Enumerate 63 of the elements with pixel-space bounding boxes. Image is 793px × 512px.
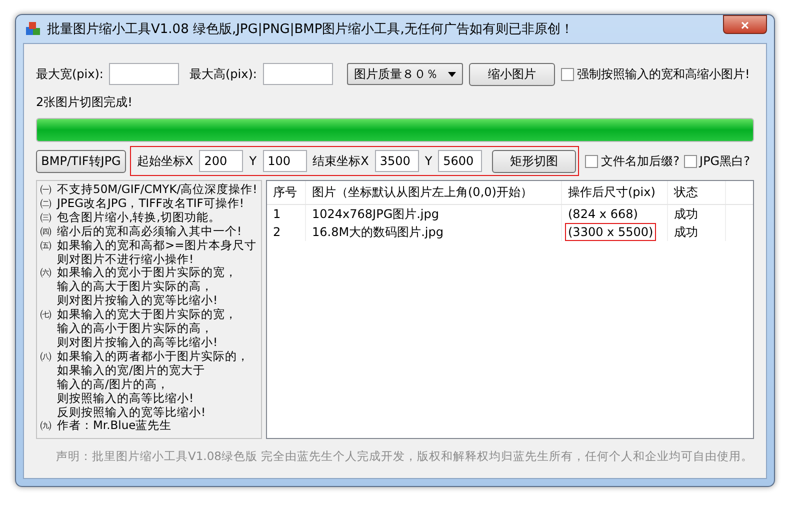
suffix-checkbox[interactable]: 文件名加后缀? [585,152,680,170]
note-text: 输入的高/图片的高， [57,378,170,392]
note-text: 则按照输入的高等比缩小! [57,392,195,406]
note-text: 反则按照输入的宽等比缩小! [57,406,207,420]
note-marker: ㈤ [40,238,53,254]
max-height-label: 最大高(pix): [189,66,257,82]
note-marker: ㈦ [40,308,53,324]
table-cell: 成功 [668,205,726,223]
end-x-field[interactable]: 3500 [374,150,419,172]
column-header[interactable]: 序号 [267,181,306,204]
column-header[interactable]: 操作后尺寸(pix) [562,181,668,204]
start-x-field[interactable]: 200 [199,150,244,172]
crop-button[interactable]: 矩形切图 [492,150,576,172]
note-text: 包含图片缩小,转换,切图功能。 [57,210,220,225]
note-text: JPEG改名JPG，TIFF改名TIF可操作! [57,196,244,211]
grayscale-checkbox[interactable]: JPG黑白? [684,152,750,170]
note-text: 则对图片按输入的宽等比缩小! [57,294,219,308]
start-y-field[interactable]: 100 [262,150,307,172]
table-cell: 16.8M大的数码图片.jpg [306,223,562,241]
note-marker: ㈡ [40,196,53,211]
note-marker: ㈣ [40,224,53,239]
note-text: 缩小后的宽和高必须输入其中一个! [57,224,242,239]
note-marker: ㈨ [40,419,53,434]
quality-dropdown[interactable]: 图片质量８０％ [346,63,463,85]
note-text: 如果输入的宽/图片的宽大于 [57,364,206,378]
convert-button[interactable]: BMP/TIF转JPG [36,150,126,172]
caret-icon [448,72,456,76]
end-x-label: 结束坐标X [312,152,369,170]
max-width-field[interactable] [109,63,180,85]
max-width-label: 最大宽(pix): [36,66,104,82]
note-marker: ㈢ [40,210,53,225]
note-text: 如果输入的宽大于图片实际的宽， [57,308,237,322]
force-size-checkbox[interactable]: 强制按照输入的宽和高缩小图片! [560,66,750,82]
shrink-button[interactable]: 缩小图片 [468,62,555,86]
table-cell-text: (824 x 668) [567,206,639,223]
table-cell: 1 [267,205,306,223]
table-cell: 1024x768JPG图片.jpg [306,205,562,223]
note-text: 输入的高小于图片实际的高， [57,322,214,336]
note-text: 作者：Mr.Blue蓝先生 [57,419,172,434]
note-text: 则对图片不进行缩小操作! [57,252,195,266]
note-text: 输入的高大于图片实际的高， [57,280,214,294]
note-text: 如果输入的宽小于图片实际的宽， [57,266,237,280]
table-cell: (3300 x 5500) [565,223,656,241]
footer-notice: 声明：批里图片缩小工具V1.08绿色版 完全由蓝先生个人完成开发，版权和解释权均归蓝先生所有，任何个人和企业均可自由使用。 [55,449,754,464]
app-icon [25,21,41,37]
note-text: 如果输入的两者都小于图片实际的， [57,350,249,364]
start-x-label: 起始坐标X [137,152,194,170]
note-marker: ㈠ [40,183,53,197]
note-text: 如果输入的宽和高都>=图片本身尺寸 [57,238,256,253]
column-header[interactable]: 状态 [668,181,726,204]
column-header[interactable]: 图片（坐标默认从图片左上角(0,0)开始） [306,181,562,204]
end-y-field[interactable]: 5600 [438,150,482,172]
end-y-label: Y [424,154,432,168]
note-text: 不支持50M/GIF/CMYK/高位深度操作! [57,183,258,197]
table-cell: 成功 [668,223,726,241]
note-text: 则对图片按输入的高等比缩小! [57,336,219,350]
window-title: 批量图片缩小工具V1.08 绿色版,JPG|PNG|BMP图片缩小工具,无任何广告如有则已非原创！ [47,21,574,38]
note-marker: ㈧ [40,350,53,365]
note-marker: ㈥ [40,266,53,282]
start-y-label: Y [249,154,257,168]
status-text: 2张图片切图完成! [36,94,134,110]
table-cell: 2 [267,223,306,241]
max-height-field[interactable] [262,63,333,85]
